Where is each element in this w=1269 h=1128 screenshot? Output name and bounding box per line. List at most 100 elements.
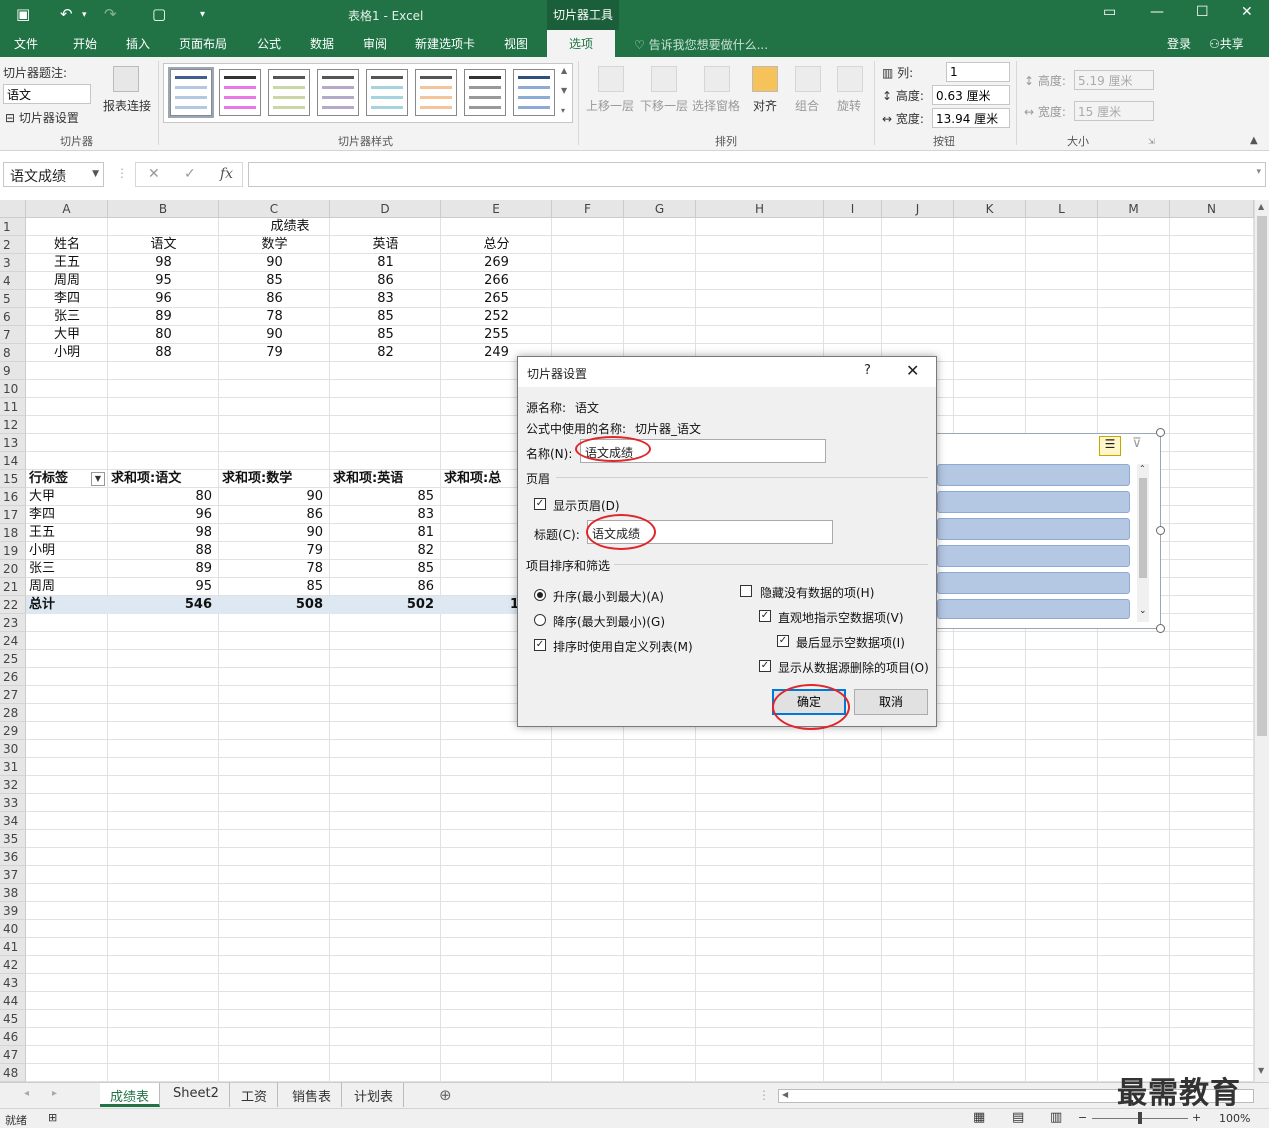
row-header[interactable]: 7	[0, 326, 26, 344]
show-last-checkbox[interactable]: ✓	[777, 635, 789, 647]
row-header[interactable]: 23	[0, 614, 26, 632]
row-header[interactable]: 6	[0, 308, 26, 326]
row-header[interactable]: 44	[0, 992, 26, 1010]
multi-select-icon[interactable]: ☰	[1099, 436, 1121, 456]
tab-options[interactable]: 选项	[547, 30, 616, 57]
row-header[interactable]: 11	[0, 398, 26, 416]
tab-data[interactable]: 数据	[310, 35, 334, 52]
pivot-cell[interactable]: 90	[219, 524, 323, 542]
slicer-item[interactable]	[937, 518, 1130, 540]
hide-no-data-checkbox[interactable]	[740, 585, 752, 597]
slicer-scrollbar[interactable]: ⌃ ⌄	[1137, 464, 1149, 622]
undo-icon[interactable]: ↶	[60, 5, 73, 23]
zoom-level[interactable]: 100%	[1219, 1112, 1250, 1125]
resize-handle[interactable]	[1156, 624, 1165, 633]
row-header[interactable]: 15	[0, 470, 26, 488]
slicer-style-2[interactable]	[219, 69, 261, 116]
scroll-up-icon[interactable]: ⌃	[1139, 464, 1146, 473]
score-table-cell[interactable]: 李四	[26, 290, 108, 308]
row-header[interactable]: 9	[0, 362, 26, 380]
collapse-ribbon-icon[interactable]: ▲	[1250, 135, 1258, 146]
tell-me-search[interactable]: ♡ 告诉我您想要做什么...	[634, 36, 768, 53]
slicer-style-1[interactable]	[168, 67, 214, 118]
insert-function-icon[interactable]: fx	[220, 166, 233, 182]
row-header[interactable]: 5	[0, 290, 26, 308]
pivot-header[interactable]: 求和项:英语	[333, 470, 441, 488]
score-table-cell[interactable]: 79	[219, 344, 330, 362]
row-header[interactable]: 33	[0, 794, 26, 812]
slicer-settings-button[interactable]: ⊟ 切片器设置	[5, 109, 79, 126]
row-header[interactable]: 4	[0, 272, 26, 290]
row-header[interactable]: 45	[0, 1010, 26, 1028]
redo-icon[interactable]: ↷	[104, 5, 117, 23]
row-header[interactable]: 18	[0, 524, 26, 542]
row-header[interactable]: 22	[0, 596, 26, 614]
row-header[interactable]: 14	[0, 452, 26, 470]
minimize-icon[interactable]: —	[1150, 4, 1164, 20]
row-header[interactable]: 43	[0, 974, 26, 992]
show-header-checkbox[interactable]: ✓	[534, 498, 546, 510]
tab-formulas[interactable]: 公式	[257, 35, 281, 52]
score-table-cell[interactable]: 小明	[26, 344, 108, 362]
tab-split-grip-icon[interactable]: ⋮	[758, 1088, 770, 1102]
score-table-cell[interactable]: 83	[330, 290, 441, 308]
pivot-header[interactable]: 行标签	[29, 470, 89, 488]
group-icon[interactable]	[795, 66, 821, 92]
group-button[interactable]: 组合	[795, 97, 819, 114]
scroll-down-icon[interactable]: ▼	[1258, 1066, 1264, 1075]
customize-qat-icon[interactable]: ▾	[200, 9, 205, 20]
help-icon[interactable]: ?	[864, 363, 871, 378]
pivot-cell[interactable]: 83	[330, 506, 434, 524]
row-header[interactable]: 20	[0, 560, 26, 578]
zoom-in-icon[interactable]: +	[1192, 1111, 1201, 1124]
enter-icon[interactable]: ✓	[184, 166, 196, 182]
pivot-cell[interactable]: 78	[219, 560, 323, 578]
pivot-cell[interactable]: 李四	[29, 506, 104, 524]
pivot-cell[interactable]: 98	[108, 524, 212, 542]
score-table-cell[interactable]: 269	[441, 254, 552, 272]
sheet-tab-scores[interactable]: 成绩表	[100, 1083, 161, 1107]
clear-filter-icon[interactable]: ⊽	[1132, 436, 1142, 451]
score-table-cell[interactable]: 96	[108, 290, 219, 308]
page-layout-view-icon[interactable]: ▤	[1012, 1110, 1024, 1125]
pivot-cell[interactable]: 90	[219, 488, 323, 506]
slicer-caption-input[interactable]	[3, 84, 91, 104]
row-header[interactable]: 48	[0, 1064, 26, 1082]
row-header[interactable]: 21	[0, 578, 26, 596]
sheet-tab-sheet2[interactable]: Sheet2	[163, 1083, 230, 1107]
score-table-cell[interactable]: 78	[219, 308, 330, 326]
row-header[interactable]: 17	[0, 506, 26, 524]
pivot-cell[interactable]: 89	[108, 560, 212, 578]
scroll-left-icon[interactable]: ◀	[782, 1090, 788, 1099]
pivot-total-cell[interactable]: 502	[330, 596, 434, 614]
row-header[interactable]: 2	[0, 236, 26, 254]
pivot-cell[interactable]: 80	[108, 488, 212, 506]
column-header[interactable]: A	[26, 200, 108, 218]
tab-view[interactable]: 视图	[504, 35, 528, 52]
score-table-cell[interactable]: 80	[108, 326, 219, 344]
slicer[interactable]: ☰ ⊽ ⌃ ⌄	[936, 433, 1161, 629]
row-header[interactable]: 37	[0, 866, 26, 884]
row-header[interactable]: 28	[0, 704, 26, 722]
slicer-item[interactable]	[937, 464, 1130, 486]
row-header[interactable]: 39	[0, 902, 26, 920]
scroll-up-icon[interactable]: ▲	[1258, 202, 1264, 211]
pivot-cell[interactable]: 82	[330, 542, 434, 560]
undo-dropdown-icon[interactable]: ▾	[82, 10, 87, 20]
row-header[interactable]: 19	[0, 542, 26, 560]
score-table-cell[interactable]: 98	[108, 254, 219, 272]
pivot-cell[interactable]: 王五	[29, 524, 104, 542]
size-dialog-launcher-icon[interactable]: ⇲	[1148, 137, 1155, 146]
pivot-total-cell[interactable]: 546	[108, 596, 212, 614]
bring-forward-icon[interactable]	[598, 66, 624, 92]
ascending-radio[interactable]	[534, 589, 546, 601]
score-table-cell[interactable]: 90	[219, 254, 330, 272]
score-table-cell[interactable]: 89	[108, 308, 219, 326]
score-table-cell[interactable]: 90	[219, 326, 330, 344]
send-backward-icon[interactable]	[651, 66, 677, 92]
select-all-corner[interactable]	[0, 200, 26, 218]
column-header[interactable]: F	[552, 200, 624, 218]
row-header[interactable]: 36	[0, 848, 26, 866]
gallery-scroll-down-icon[interactable]: ▼	[561, 86, 567, 95]
row-header[interactable]: 30	[0, 740, 26, 758]
